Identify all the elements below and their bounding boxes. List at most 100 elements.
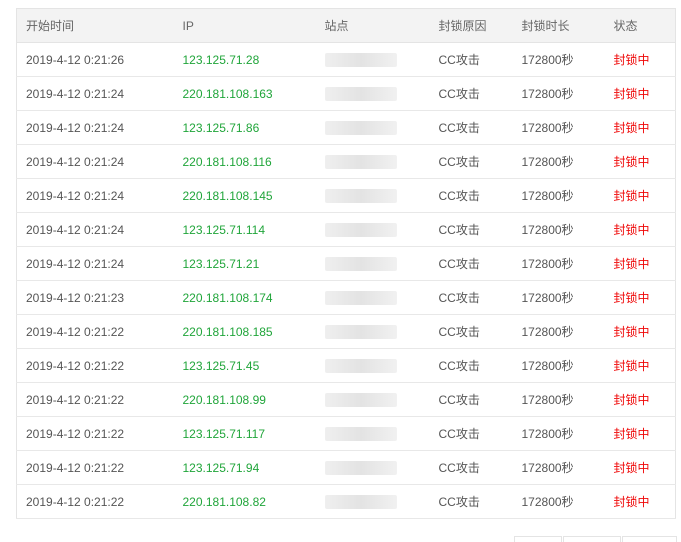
cell-block-reason: CC攻击 — [429, 42, 513, 77]
cell-start-time: 2019-4-12 0:21:24 — [16, 246, 174, 281]
cell-site — [315, 144, 430, 179]
cell-status: 封锁中 — [604, 76, 676, 111]
cell-site — [315, 110, 430, 145]
cell-start-time: 2019-4-12 0:21:22 — [16, 348, 174, 383]
cell-ip: 123.125.71.114 — [173, 212, 316, 247]
site-redacted — [324, 52, 397, 67]
site-redacted — [324, 324, 397, 339]
cell-ip: 220.181.108.163 — [173, 76, 316, 111]
table-row[interactable]: 2019-4-12 0:21:24 220.181.108.163 CC攻击 1728… — [16, 76, 676, 111]
table-row[interactable]: 2019-4-12 0:21:22 220.181.108.185 CC攻击 1728… — [16, 314, 676, 349]
cell-site — [315, 246, 430, 281]
cell-block-duration: 172800秒 — [512, 42, 605, 77]
cell-status: 封锁中 — [604, 484, 676, 519]
pagination-button[interactable] — [514, 536, 562, 542]
site-redacted — [324, 222, 397, 237]
cell-block-reason: CC攻击 — [429, 314, 513, 349]
cell-block-reason: CC攻击 — [429, 416, 513, 451]
header-block-duration[interactable]: 封锁时长 — [512, 8, 605, 43]
header-ip[interactable]: IP — [173, 8, 316, 43]
cell-site — [315, 484, 430, 519]
cell-status: 封锁中 — [604, 144, 676, 179]
table-row[interactable]: 2019-4-12 0:21:23 220.181.108.174 CC攻击 1728… — [16, 280, 676, 315]
cell-start-time: 2019-4-12 0:21:22 — [16, 314, 174, 349]
table-row[interactable]: 2019-4-12 0:21:26 123.125.71.28 CC攻击 172800… — [16, 42, 676, 77]
site-redacted — [324, 154, 397, 169]
cell-ip: 123.125.71.28 — [173, 42, 316, 77]
cell-block-duration: 172800秒 — [512, 484, 605, 519]
cell-block-reason: CC攻击 — [429, 484, 513, 519]
block-log-table: 开始时间 IP 站点 封锁原因 封锁时长 状态 2019-4-12 0:21:2… — [16, 8, 676, 519]
cell-block-reason: CC攻击 — [429, 280, 513, 315]
header-status[interactable]: 状态 — [604, 8, 676, 43]
cell-status: 封锁中 — [604, 382, 676, 417]
cell-block-duration: 172800秒 — [512, 314, 605, 349]
cell-ip: 220.181.108.99 — [173, 382, 316, 417]
block-log-panel: 开始时间 IP 站点 封锁原因 封锁时长 状态 2019-4-12 0:21:2… — [16, 8, 676, 519]
cell-ip: 123.125.71.45 — [173, 348, 316, 383]
cell-block-reason: CC攻击 — [429, 212, 513, 247]
cell-start-time: 2019-4-12 0:21:24 — [16, 76, 174, 111]
table-header-row: 开始时间 IP 站点 封锁原因 封锁时长 状态 — [16, 8, 676, 43]
cell-block-reason: CC攻击 — [429, 178, 513, 213]
cell-block-duration: 172800秒 — [512, 178, 605, 213]
cell-ip: 123.125.71.86 — [173, 110, 316, 145]
header-site[interactable]: 站点 — [315, 8, 430, 43]
cell-ip: 123.125.71.94 — [173, 450, 316, 485]
site-redacted — [324, 290, 397, 305]
cell-site — [315, 314, 430, 349]
cell-status: 封锁中 — [604, 212, 676, 247]
cell-start-time: 2019-4-12 0:21:22 — [16, 382, 174, 417]
cell-block-reason: CC攻击 — [429, 246, 513, 281]
cell-block-reason: CC攻击 — [429, 450, 513, 485]
table-row[interactable]: 2019-4-12 0:21:22 123.125.71.45 CC攻击 172800… — [16, 348, 676, 383]
cell-ip: 220.181.108.116 — [173, 144, 316, 179]
cell-block-reason: CC攻击 — [429, 76, 513, 111]
table-row[interactable]: 2019-4-12 0:21:24 123.125.71.21 CC攻击 172800… — [16, 246, 676, 281]
cell-start-time: 2019-4-12 0:21:24 — [16, 212, 174, 247]
table-row[interactable]: 2019-4-12 0:21:22 123.125.71.117 CC攻击 17280… — [16, 416, 676, 451]
pagination-button[interactable] — [563, 536, 621, 542]
cell-ip: 220.181.108.185 — [173, 314, 316, 349]
table-row[interactable]: 2019-4-12 0:21:24 220.181.108.116 CC攻击 1728… — [16, 144, 676, 179]
table-row[interactable]: 2019-4-12 0:21:22 220.181.108.82 CC攻击 17280… — [16, 484, 676, 519]
cell-block-duration: 172800秒 — [512, 212, 605, 247]
cell-start-time: 2019-4-12 0:21:23 — [16, 280, 174, 315]
cell-start-time: 2019-4-12 0:21:22 — [16, 416, 174, 451]
site-redacted — [324, 120, 397, 135]
cell-block-duration: 172800秒 — [512, 280, 605, 315]
site-redacted — [324, 358, 397, 373]
site-redacted — [324, 426, 397, 441]
site-redacted — [324, 188, 397, 203]
cell-block-duration: 172800秒 — [512, 416, 605, 451]
table-body: 2019-4-12 0:21:26 123.125.71.28 CC攻击 172800… — [16, 42, 676, 519]
cell-ip: 220.181.108.145 — [173, 178, 316, 213]
site-redacted — [324, 460, 397, 475]
cell-block-reason: CC攻击 — [429, 382, 513, 417]
cell-status: 封锁中 — [604, 450, 676, 485]
cell-block-duration: 172800秒 — [512, 382, 605, 417]
pagination-button[interactable] — [622, 536, 677, 542]
cell-block-duration: 172800秒 — [512, 246, 605, 281]
cell-status: 封锁中 — [604, 110, 676, 145]
cell-ip: 123.125.71.117 — [173, 416, 316, 451]
table-row[interactable]: 2019-4-12 0:21:24 123.125.71.114 CC攻击 17280… — [16, 212, 676, 247]
cell-ip: 220.181.108.174 — [173, 280, 316, 315]
table-row[interactable]: 2019-4-12 0:21:22 123.125.71.94 CC攻击 172800… — [16, 450, 676, 485]
cell-status: 封锁中 — [604, 178, 676, 213]
cell-status: 封锁中 — [604, 246, 676, 281]
cell-status: 封锁中 — [604, 314, 676, 349]
table-row[interactable]: 2019-4-12 0:21:24 220.181.108.145 CC攻击 1728… — [16, 178, 676, 213]
table-row[interactable]: 2019-4-12 0:21:24 123.125.71.86 CC攻击 172800… — [16, 110, 676, 145]
cell-site — [315, 382, 430, 417]
cell-site — [315, 348, 430, 383]
site-redacted — [324, 256, 397, 271]
header-start-time[interactable]: 开始时间 — [16, 8, 174, 43]
cell-start-time: 2019-4-12 0:21:22 — [16, 484, 174, 519]
cell-site — [315, 212, 430, 247]
table-row[interactable]: 2019-4-12 0:21:22 220.181.108.99 CC攻击 17280… — [16, 382, 676, 417]
header-block-reason[interactable]: 封锁原因 — [429, 8, 513, 43]
cell-site — [315, 416, 430, 451]
site-redacted — [324, 86, 397, 101]
cell-ip: 123.125.71.21 — [173, 246, 316, 281]
